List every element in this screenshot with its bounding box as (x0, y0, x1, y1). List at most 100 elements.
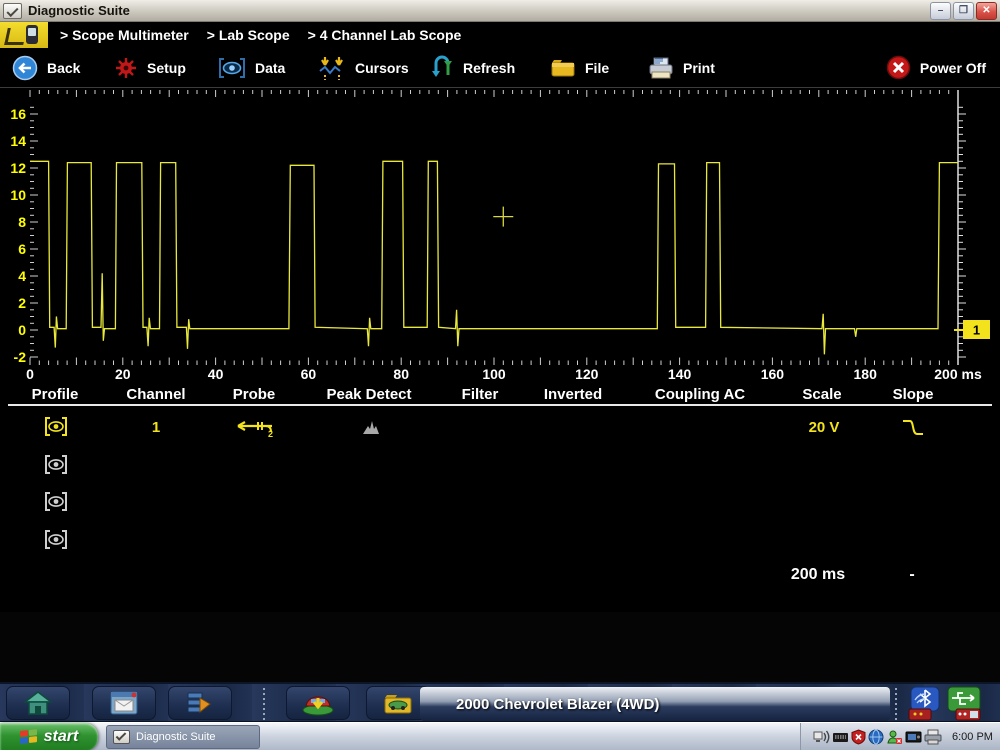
bluetooth-icon (907, 686, 941, 722)
y-axis-label: 4 (18, 268, 26, 284)
windows-logo-icon (20, 729, 38, 746)
y-axis-label: 2 (18, 295, 26, 311)
x-axis-label: 180 (854, 366, 878, 382)
breadcrumb-item: > Lab Scope (207, 27, 290, 43)
channel-1-probe-setting[interactable]: 2 (228, 418, 274, 443)
system-tray: 6:00 PM (800, 723, 1000, 750)
messenger-status-icon[interactable] (886, 729, 903, 745)
y-axis-label: 12 (10, 160, 26, 176)
probe-low-amps-icon: 2 (228, 418, 274, 438)
handheld-device-glyph (26, 25, 38, 44)
toolbar: Back Setup Data Cur (0, 48, 1000, 88)
power-off-button[interactable]: Power Off (886, 48, 986, 87)
back-button[interactable]: Back (12, 48, 80, 87)
refresh-icon (430, 55, 454, 81)
y-axis-label: 6 (18, 241, 26, 257)
file-folder-icon (550, 57, 576, 79)
breadcrumb-item: > Scope Multimeter (60, 27, 189, 43)
scanner-home-icon[interactable] (0, 22, 48, 48)
x-axis-label: 40 (208, 366, 224, 382)
active-vehicle-bar[interactable]: 2000 Chevrolet Blazer (4WD) (420, 687, 890, 721)
column-header-channel: Channel (126, 386, 185, 403)
wireless-display-icon[interactable] (813, 729, 830, 745)
column-header-probe: Probe (233, 386, 276, 403)
title-bar: Diagnostic Suite – ❐ ✕ (0, 0, 1000, 22)
app-taskbar: 2000 Chevrolet Blazer (4WD) (0, 682, 1000, 722)
task-icon (113, 730, 130, 744)
close-button[interactable]: ✕ (976, 2, 997, 20)
breadcrumb-item: > 4 Channel Lab Scope (308, 27, 462, 43)
eye-visibility-icon (44, 491, 68, 512)
x-axis-label: 20 (115, 366, 131, 382)
eye-visibility-icon (44, 529, 68, 550)
trigger-slope-value[interactable]: - (909, 566, 914, 584)
peak-detect-icon (362, 420, 380, 435)
svg-text:2: 2 (268, 429, 273, 438)
scope-plot[interactable]: 1614121086420-20204060801001201401601802… (0, 88, 1000, 386)
security-shield-icon[interactable] (851, 729, 866, 745)
y-axis-label: 14 (10, 133, 26, 149)
arrows-glyph (4, 28, 27, 45)
data-manager-button[interactable] (168, 686, 232, 720)
x-axis-label: 160 (761, 366, 785, 382)
data-button[interactable]: Data (218, 48, 285, 87)
active-vehicle-label: 2000 Chevrolet Blazer (4WD) (456, 696, 659, 713)
channel-2-visibility-toggle[interactable] (44, 454, 68, 475)
setup-gear-icon (114, 56, 138, 80)
scanner-icon (301, 690, 335, 716)
messages-icon (109, 690, 139, 716)
sweep-time-value[interactable]: 200 ms (791, 566, 845, 584)
channel-1-number[interactable]: 1 (152, 419, 160, 436)
x-axis-label: 80 (393, 366, 409, 382)
back-icon (12, 55, 38, 81)
print-icon (648, 56, 674, 80)
taskbar-clock: 6:00 PM (952, 731, 993, 743)
column-header-profile: Profile (32, 386, 79, 403)
scanner-button[interactable] (286, 686, 350, 720)
taskbar-task-diagnostic-suite[interactable]: Diagnostic Suite (106, 725, 260, 749)
home-button[interactable] (6, 686, 70, 720)
column-header-filter: Filter (462, 386, 499, 403)
eye-visibility-icon (44, 416, 68, 437)
refresh-button[interactable]: Refresh (430, 48, 515, 87)
channel-3-visibility-toggle[interactable] (44, 491, 68, 512)
bluetooth-status-button[interactable] (906, 685, 942, 723)
cursors-button[interactable]: Cursors (318, 48, 409, 87)
usb-status-button[interactable] (946, 685, 982, 723)
setup-button[interactable]: Setup (114, 48, 186, 87)
playback-toolbar: 00:44:142 x1 (0, 612, 1000, 682)
vehicle-history-icon (383, 690, 413, 716)
channel-1-peak-detect-setting[interactable] (362, 420, 380, 440)
windows-taskbar: start Diagnostic Suite (0, 722, 1000, 750)
x-axis-label: 100 (482, 366, 506, 382)
messages-button[interactable] (92, 686, 156, 720)
x-axis-label: 120 (575, 366, 599, 382)
diagnostic-suite-window: Diagnostic Suite – ❐ ✕ > Scope Multimete… (0, 0, 1000, 750)
restore-button[interactable]: ❐ (953, 2, 974, 20)
column-header-scale: Scale (802, 386, 841, 403)
app-icon (3, 3, 22, 19)
display-device-icon[interactable] (905, 729, 922, 745)
channel-4-visibility-toggle[interactable] (44, 529, 68, 550)
column-header-peak-detect: Peak Detect (326, 386, 411, 403)
keyboard-icon[interactable] (832, 729, 849, 745)
printer-tray-icon[interactable] (924, 729, 942, 745)
print-button[interactable]: Print (648, 48, 715, 87)
eye-visibility-icon (44, 454, 68, 475)
minimize-button[interactable]: – (930, 2, 951, 20)
data-manager-icon (186, 690, 214, 716)
column-header-inverted: Inverted (544, 386, 602, 403)
channel-1-scale-value[interactable]: 20 V (809, 419, 840, 436)
breadcrumb: > Scope Multimeter > Lab Scope > 4 Chann… (0, 22, 1000, 48)
channel-1-slope-setting[interactable] (902, 419, 924, 441)
file-button[interactable]: File (550, 48, 609, 87)
slope-falling-icon (902, 419, 924, 436)
x-axis-label: 0 (26, 366, 34, 382)
x-axis-label: 200 ms (934, 366, 982, 382)
header-divider (8, 404, 992, 406)
network-globe-icon[interactable] (868, 729, 884, 745)
column-header-slope: Slope (893, 386, 934, 403)
x-axis-label: 140 (668, 366, 692, 382)
channel-1-visibility-toggle[interactable] (44, 416, 68, 437)
start-button[interactable]: start (0, 723, 98, 750)
